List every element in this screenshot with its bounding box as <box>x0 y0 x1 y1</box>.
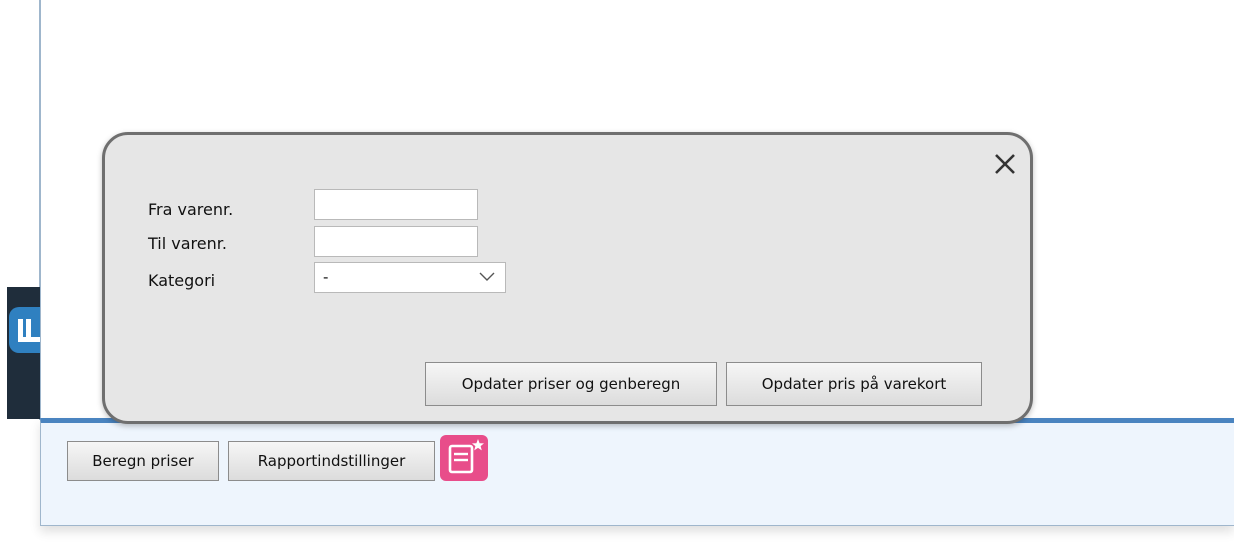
kategori-label: Kategori <box>148 271 216 290</box>
til-varenr-input[interactable] <box>314 226 478 257</box>
kategori-select[interactable]: - <box>314 262 506 293</box>
app-screen: Beregn priser Rapportindstillinger Fra v… <box>0 0 1234 549</box>
app-logo-icon[interactable] <box>9 307 40 353</box>
rapportindstillinger-button[interactable]: Rapportindstillinger <box>228 441 435 481</box>
price-update-dialog: Fra varenr. Til varenr. Kategori - Opdat… <box>102 132 1033 424</box>
bottom-toolbar-panel: Beregn priser Rapportindstillinger <box>40 418 1234 526</box>
kategori-selected-value: - <box>323 268 329 286</box>
chevron-down-icon <box>479 272 495 281</box>
beregn-priser-button[interactable]: Beregn priser <box>67 441 219 481</box>
close-icon[interactable] <box>990 149 1020 179</box>
til-varenr-label: Til varenr. <box>148 234 227 253</box>
opdater-priser-genberegn-button[interactable]: Opdater priser og genberegn <box>425 362 717 406</box>
sidebar-stub <box>7 287 40 419</box>
fra-varenr-label: Fra varenr. <box>148 200 234 219</box>
opdater-pris-varekort-button[interactable]: Opdater pris på varekort <box>726 362 982 406</box>
note-add-icon[interactable] <box>440 435 488 481</box>
fra-varenr-input[interactable] <box>314 189 478 220</box>
